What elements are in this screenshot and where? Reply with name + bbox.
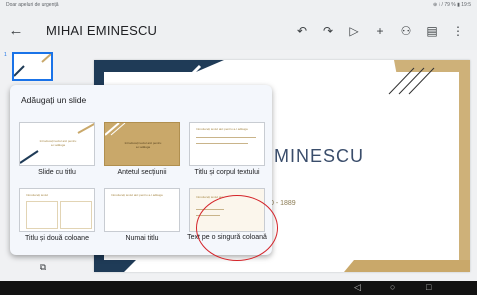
layout-title-slide[interactable]: Introduceți textul aici pentru a-l adăug…: [19, 122, 95, 176]
status-left-text: Doar apeluri de urgență: [6, 2, 59, 8]
thumbnail-decoration: [13, 53, 52, 77]
status-bar: Doar apeluri de urgență ⊕ ⁝ / 79 % ▮ 19:…: [0, 0, 477, 12]
slide-title-fragment: MINESCU: [274, 146, 365, 166]
app-bar: ← MIHAI EMINESCU ↶ ↷ ▷ + ⚇ ▤ ⋮: [0, 12, 477, 50]
nav-recents-icon[interactable]: □: [426, 282, 431, 292]
layout-thumbnail: Introduceți textul: [19, 188, 95, 232]
presentation-title: MIHAI EMINESCU: [46, 23, 158, 38]
add-icon[interactable]: +: [369, 20, 391, 42]
layout-label: Numai titlu: [125, 235, 159, 242]
add-person-icon[interactable]: ⚇: [395, 20, 417, 42]
layout-label: Slide cu titlu: [38, 169, 76, 176]
layout-title-and-body[interactable]: Introduceți textul aici pentru a-l adăug…: [189, 122, 265, 176]
slide-number: 1: [4, 52, 7, 58]
layout-icon[interactable]: ⧉: [36, 262, 50, 274]
layout-label: Antetul secțiunii: [117, 169, 167, 176]
layout-thumb-text: Introduceți textul aici pentru a-l adăug…: [111, 193, 163, 197]
nav-back-icon[interactable]: ◁: [354, 282, 361, 293]
layout-title-only[interactable]: Introduceți textul aici pentru a-l adăug…: [104, 188, 180, 242]
layout-label: Titlu și două coloane: [25, 235, 89, 242]
redo-icon[interactable]: ↷: [317, 20, 339, 42]
undo-icon[interactable]: ↶: [291, 20, 313, 42]
layout-thumb-column: [26, 201, 58, 229]
nav-home-icon[interactable]: ○: [390, 282, 395, 292]
layout-title-two-columns[interactable]: Introduceți textul Titlu și două coloane: [19, 188, 95, 242]
hand-drawn-highlight: [196, 195, 278, 261]
layout-thumb-line: [196, 137, 256, 138]
slide-thumbnail[interactable]: 1: [4, 52, 53, 81]
layout-thumb-text: Introduceți textul: [26, 193, 49, 197]
layout-label: Titlu și corpul textului: [194, 169, 260, 176]
toolbar: ↶ ↷ ▷ + ⚇ ▤ ⋮: [291, 20, 469, 42]
layout-thumb-column: [60, 201, 92, 229]
slide-subtitle-fragment: 0 - 1889: [270, 200, 296, 207]
comment-icon[interactable]: ▤: [421, 20, 443, 42]
play-icon[interactable]: ▷: [343, 20, 365, 42]
layout-thumb-text: Introduceți textul aici pentru a-l adăug…: [124, 141, 162, 149]
more-icon[interactable]: ⋮: [447, 20, 469, 42]
layout-thumbnail: Introduceți textul aici pentru a-l adăug…: [104, 188, 180, 232]
layout-section-header[interactable]: Introduceți textul aici pentru a-l adăug…: [104, 122, 180, 176]
layout-thumbnail: Introduceți textul aici pentru a-l adăug…: [104, 122, 180, 166]
layout-thumb-line: [196, 143, 248, 144]
layout-thumbnail: Introduceți textul aici pentru a-l adăug…: [189, 122, 265, 166]
status-right-text: ⊕ ⁝ / 79 % ▮ 19:5: [433, 2, 471, 8]
layout-thumb-text: Introduceți textul aici pentru a-l adăug…: [39, 139, 77, 147]
dialog-title: Adăugați un slide: [21, 95, 87, 105]
system-navigation-bar: ◁ ○ □: [0, 281, 477, 295]
layout-thumbnail: Introduceți textul aici pentru a-l adăug…: [19, 122, 95, 166]
layout-thumb-text: Introduceți textul aici pentru a-l adăug…: [196, 127, 248, 131]
add-slide-dialog: Adăugați un slide Introduceți textul aic…: [10, 85, 278, 261]
arrow-left-icon[interactable]: ←: [6, 20, 26, 42]
